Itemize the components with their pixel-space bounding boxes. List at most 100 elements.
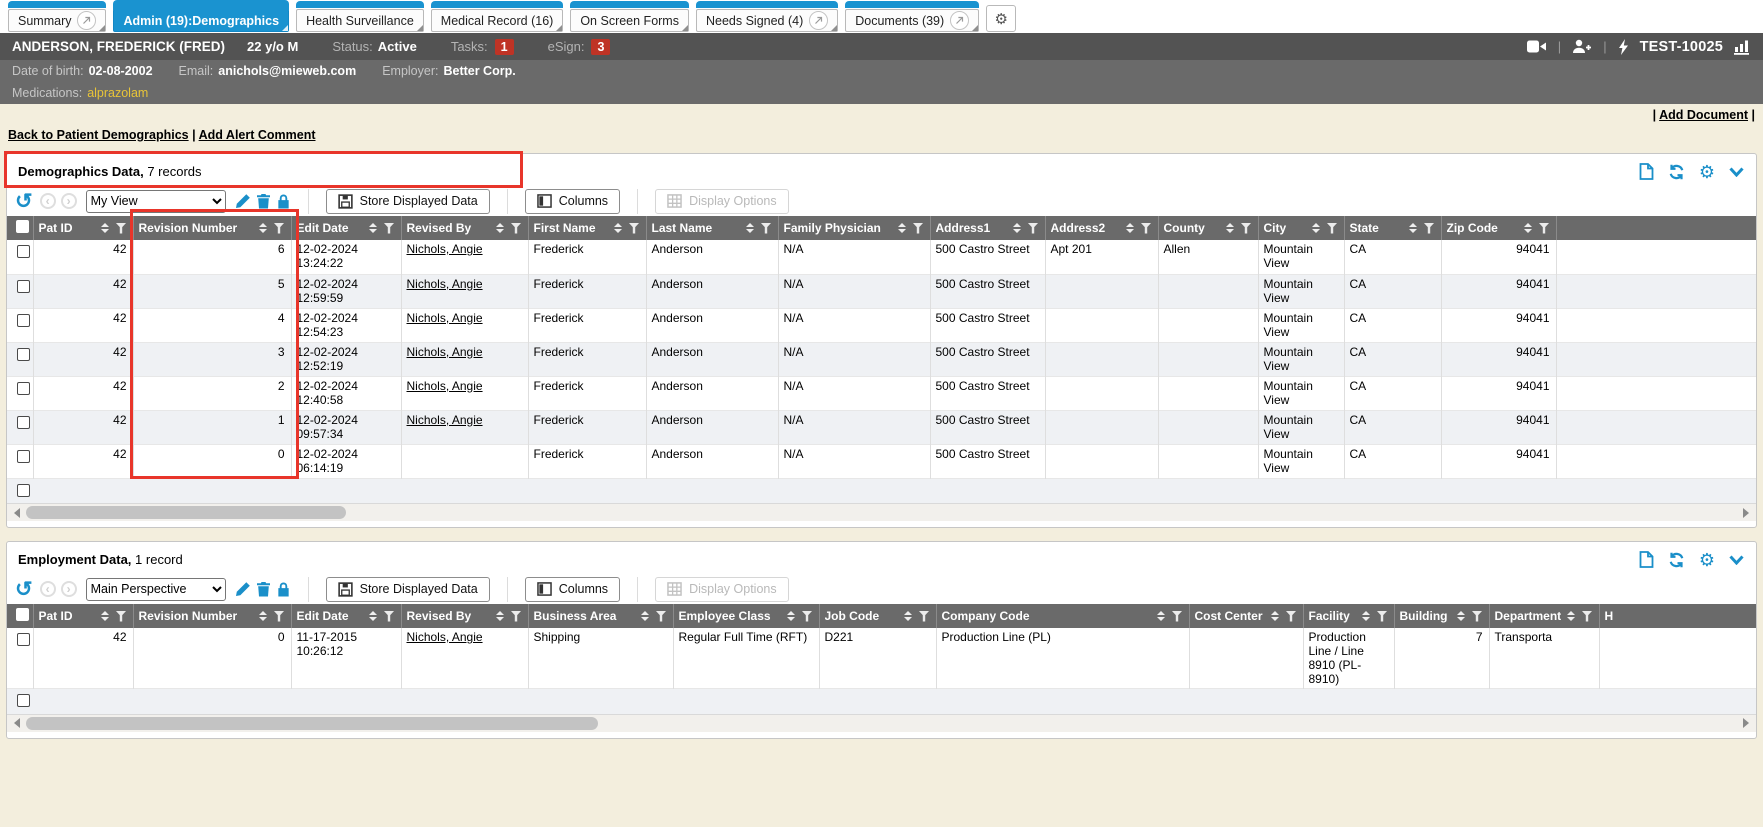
edit-pencil-icon[interactable] [235, 581, 251, 597]
revised-by-link[interactable]: Nichols, Angie [407, 277, 483, 291]
scrollbar-thumb[interactable] [26, 717, 598, 730]
view-select[interactable]: My View [86, 190, 226, 213]
column-header-business-area[interactable]: Business Area [528, 604, 673, 628]
delete-trash-icon[interactable] [256, 581, 271, 597]
sort-icon[interactable] [1362, 611, 1370, 621]
back-to-demographics-link[interactable]: Back to Patient Demographics [8, 128, 189, 142]
filter-icon[interactable] [656, 611, 667, 622]
tasks-badge[interactable]: 1 [495, 39, 514, 55]
view-select[interactable]: Main Perspective [86, 578, 226, 601]
edit-pencil-icon[interactable] [235, 193, 251, 209]
column-header-pat-id[interactable]: Pat ID [33, 604, 133, 628]
scroll-left-arrow[interactable] [9, 715, 25, 732]
lock-icon[interactable] [276, 581, 291, 597]
nav-forward-icon[interactable]: › [61, 581, 77, 597]
sort-icon[interactable] [1312, 223, 1320, 233]
row-checkbox[interactable] [17, 450, 30, 463]
column-header-state[interactable]: State [1344, 216, 1441, 240]
filter-icon[interactable] [761, 223, 772, 234]
row-checkbox[interactable] [17, 245, 30, 258]
filter-icon[interactable] [1582, 611, 1593, 622]
filter-icon[interactable] [274, 223, 285, 234]
column-header-job-code[interactable]: Job Code [819, 604, 936, 628]
tab-needs-signed[interactable]: Needs Signed (4) [696, 9, 838, 32]
sort-icon[interactable] [496, 611, 504, 621]
filter-icon[interactable] [913, 223, 924, 234]
nav-forward-icon[interactable]: › [61, 193, 77, 209]
filter-icon[interactable] [116, 611, 127, 622]
filter-icon[interactable] [1286, 611, 1297, 622]
tab-settings-gear-icon[interactable]: ⚙ [986, 5, 1016, 32]
horizontal-scrollbar[interactable] [7, 503, 1756, 521]
column-header-employee-class[interactable]: Employee Class [673, 604, 819, 628]
sort-icon[interactable] [101, 223, 109, 233]
filter-icon[interactable] [919, 611, 930, 622]
sort-icon[interactable] [259, 611, 267, 621]
column-header-edit-date[interactable]: Edit Date [291, 604, 401, 628]
filter-icon[interactable] [511, 611, 522, 622]
filter-icon[interactable] [1141, 223, 1152, 234]
new-document-icon[interactable] [1639, 163, 1654, 180]
bar-chart-icon[interactable] [1734, 39, 1751, 55]
add-document-link[interactable]: Add Document [1659, 108, 1748, 122]
column-header-zip-code[interactable]: Zip Code [1441, 216, 1556, 240]
sort-icon[interactable] [1126, 223, 1134, 233]
filter-icon[interactable] [1028, 223, 1039, 234]
lock-icon[interactable] [276, 193, 291, 209]
sort-icon[interactable] [369, 223, 377, 233]
delete-trash-icon[interactable] [256, 193, 271, 209]
tab-documents[interactable]: Documents (39) [845, 9, 979, 32]
sort-icon[interactable] [1157, 611, 1165, 621]
sort-icon[interactable] [1271, 611, 1279, 621]
revised-by-link[interactable]: Nichols, Angie [407, 379, 483, 393]
undo-icon[interactable]: ↺ [15, 191, 33, 212]
filter-icon[interactable] [384, 611, 395, 622]
tab-health-surveillance[interactable]: Health Surveillance [296, 9, 424, 32]
revised-by-link[interactable]: Nichols, Angie [407, 630, 483, 644]
person-add-icon[interactable] [1572, 39, 1592, 54]
medications-value[interactable]: alprazolam [87, 86, 148, 100]
tab-on-screen-forms[interactable]: On Screen Forms [570, 9, 689, 32]
tab-summary[interactable]: Summary [8, 9, 106, 32]
panel-settings-gear-icon[interactable]: ⚙ [1699, 163, 1715, 181]
lightning-icon[interactable] [1618, 39, 1629, 55]
scroll-left-arrow[interactable] [9, 504, 25, 521]
scroll-right-arrow[interactable] [1738, 504, 1754, 521]
revised-by-link[interactable]: Nichols, Angie [407, 242, 483, 256]
filter-icon[interactable] [629, 223, 640, 234]
sort-icon[interactable] [1409, 223, 1417, 233]
filter-icon[interactable] [1539, 223, 1550, 234]
column-header-last-name[interactable]: Last Name [646, 216, 778, 240]
popout-icon[interactable] [809, 11, 828, 30]
new-document-icon[interactable] [1639, 551, 1654, 568]
column-header-first-name[interactable]: First Name [528, 216, 646, 240]
columns-button[interactable]: Columns [525, 189, 620, 214]
store-displayed-data-button[interactable]: Store Displayed Data [326, 189, 490, 214]
column-header-edit-date[interactable]: Edit Date [291, 216, 401, 240]
column-header-county[interactable]: County [1158, 216, 1258, 240]
row-checkbox[interactable] [17, 348, 30, 361]
esign-badge[interactable]: 3 [591, 39, 610, 55]
row-checkbox[interactable] [17, 314, 30, 327]
collapse-chevron-icon[interactable] [1729, 167, 1744, 177]
sort-icon[interactable] [259, 223, 267, 233]
column-header-city[interactable]: City [1258, 216, 1344, 240]
sort-icon[interactable] [369, 611, 377, 621]
columns-button[interactable]: Columns [525, 577, 620, 602]
filter-icon[interactable] [511, 223, 522, 234]
sort-icon[interactable] [746, 223, 754, 233]
nav-back-icon[interactable]: ‹ [40, 581, 56, 597]
column-header-revised-by[interactable]: Revised By [401, 604, 528, 628]
row-checkbox[interactable] [17, 382, 30, 395]
row-checkbox[interactable] [17, 484, 30, 497]
sort-icon[interactable] [1226, 223, 1234, 233]
sort-icon[interactable] [1013, 223, 1021, 233]
sort-icon[interactable] [1567, 611, 1575, 621]
filter-icon[interactable] [274, 611, 285, 622]
sort-icon[interactable] [898, 223, 906, 233]
filter-icon[interactable] [1172, 611, 1183, 622]
column-header-cost-center[interactable]: Cost Center [1189, 604, 1303, 628]
row-checkbox[interactable] [17, 280, 30, 293]
revised-by-link[interactable]: Nichols, Angie [407, 413, 483, 427]
column-header-facility[interactable]: Facility [1303, 604, 1394, 628]
